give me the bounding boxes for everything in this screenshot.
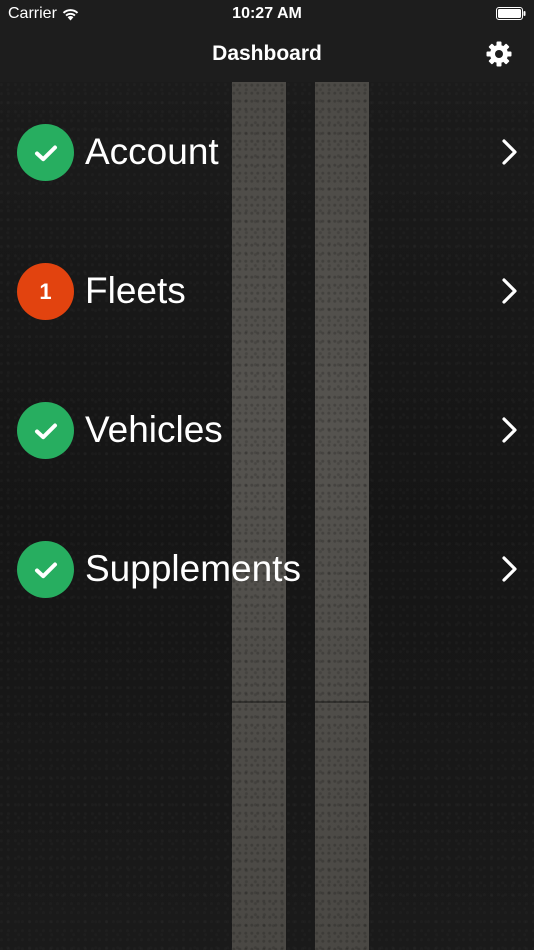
status-bar: Carrier 10:27 AM [0, 0, 534, 28]
status-time: 10:27 AM [232, 5, 302, 22]
stripe-joint-left [232, 701, 286, 703]
status-check-badge [17, 541, 74, 598]
menu-item-fleets[interactable]: 1 Fleets [0, 221, 534, 360]
gear-icon[interactable] [486, 41, 512, 67]
chevron-right-icon [502, 556, 517, 582]
menu-item-label: Vehicles [85, 409, 223, 450]
checkmark-icon [34, 423, 57, 439]
chevron-right-icon [502, 139, 517, 165]
checkmark-icon [34, 145, 57, 161]
menu-item-label: Account [85, 131, 219, 172]
screen: Carrier 10:27 AM Dashboard Account 1 Fle… [0, 0, 534, 950]
menu-item-vehicles[interactable]: Vehicles [0, 360, 534, 499]
chevron-right-icon [502, 417, 517, 443]
dashboard-menu: Account 1 Fleets Vehicles Supplements [0, 82, 534, 638]
menu-item-account[interactable]: Account [0, 82, 534, 221]
status-check-badge [17, 124, 74, 181]
menu-item-label: Fleets [85, 270, 186, 311]
menu-item-label: Supplements [85, 548, 301, 589]
navigation-bar: Dashboard [0, 28, 534, 82]
chevron-right-icon [502, 278, 517, 304]
checkmark-icon [34, 562, 57, 578]
menu-item-supplements[interactable]: Supplements [0, 499, 534, 638]
page-title: Dashboard [212, 42, 322, 65]
battery-icon [496, 7, 526, 20]
notification-count-badge: 1 [17, 263, 74, 320]
status-check-badge [17, 402, 74, 459]
stripe-joint-right [315, 701, 369, 703]
